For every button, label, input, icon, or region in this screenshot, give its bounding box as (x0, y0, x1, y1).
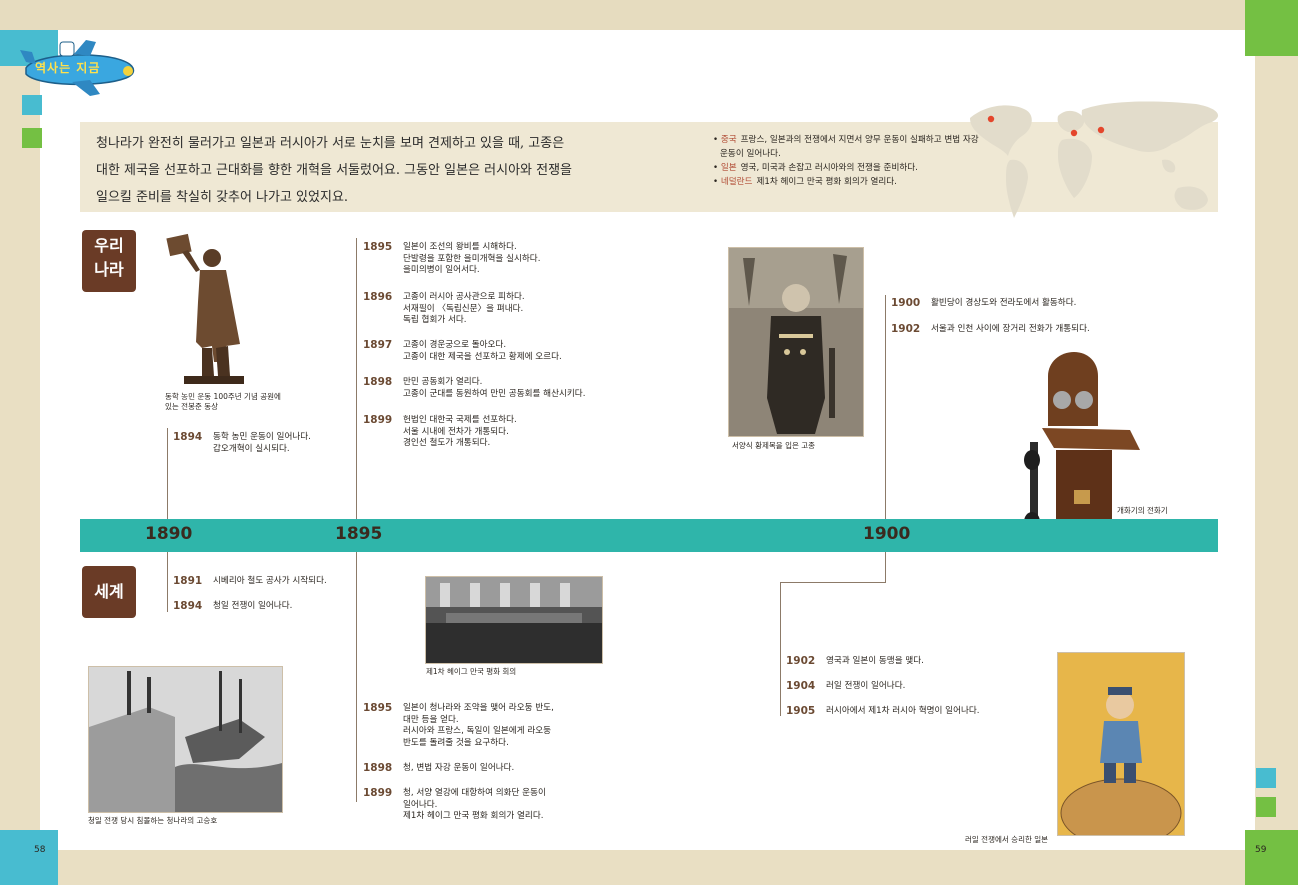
deco-square (1256, 768, 1276, 788)
event-year: 1895 (363, 241, 393, 253)
connector-line (780, 582, 781, 716)
event-text: 헌법인 대한국 국제를 선포하다. 서울 시내에 전차가 개통되다. 경인선 철… (403, 415, 517, 448)
connector-line (356, 552, 357, 802)
connector-line (167, 552, 168, 612)
cartoon-photo (1057, 652, 1185, 836)
event-year: 1894 (173, 600, 203, 612)
event-text: 영국과 일본이 동맹을 맺다. (826, 656, 924, 666)
event-text: 활빈당이 경상도와 전라도에서 활동하다. (931, 298, 1077, 308)
event-year: 1897 (363, 339, 393, 351)
intro-line: 청나라가 완전히 물러가고 일본과 러시아가 서로 눈치를 보며 견제하고 있을… (96, 136, 565, 151)
warship-photo (88, 666, 283, 813)
world-event: 1898 청, 변법 자강 운동이 일어나다. (363, 762, 515, 775)
gojong-photo (728, 247, 864, 437)
gojong-caption: 서양식 황제복을 입은 고종 (732, 441, 816, 450)
connector-line (780, 582, 886, 583)
korea-event: 1897 고종이 경운궁으로 돌아오다. 고종이 대한 제국을 선포하고 황제에… (363, 339, 562, 363)
connector-line (885, 552, 886, 582)
corner-accent-top-right (1245, 0, 1298, 56)
event-text: 만민 공동회가 열리다. 고종이 군대를 동원하여 만민 공동회를 해산시키다. (403, 377, 586, 399)
korea-event: 1898 만민 공동회가 열리다. 고종이 군대를 동원하여 만민 공동회를 해… (363, 376, 586, 400)
world-event: 1891 시베리아 철도 공사가 시작되다. (173, 575, 327, 588)
event-year: 1900 (891, 297, 921, 309)
timeline-year-1890: 1890 (145, 524, 193, 544)
event-text: 동학 농민 운동이 일어나다. 갑오개혁이 실시되다. (213, 432, 311, 454)
statue-caption: 동학 농민 운동 100주년 기념 공원에 있는 전봉준 동상 (165, 392, 281, 411)
event-year: 1899 (363, 414, 393, 426)
event-year: 1891 (173, 575, 203, 587)
corner-accent-bottom-left (0, 830, 58, 885)
connector-line (356, 238, 357, 519)
telephone-caption: 개화기의 전화기 (1117, 506, 1168, 515)
world-notes: • 중국 프랑스, 일본과의 전쟁에서 지면서 양무 운동이 실패하고 변법 자강… (713, 133, 983, 189)
event-year: 1894 (173, 431, 203, 443)
page-number-right: 59 (1255, 845, 1267, 855)
intro-line: 일으킬 준비를 착실히 갖추어 나가고 있었지요. (96, 190, 349, 205)
korea-event: 1894 동학 농민 운동이 일어나다. 갑오개혁이 실시되다. (173, 431, 311, 455)
corner-accent-bottom-right (1245, 830, 1298, 885)
cartoon-caption: 러일 전쟁에서 승리한 일본 (965, 835, 1049, 844)
korea-event: 1900 활빈당이 경상도와 전라도에서 활동하다. (891, 297, 1077, 310)
event-text: 청, 서양 열강에 대항하여 의화단 운동이 일어나다. 제1차 헤이그 만국 … (403, 788, 546, 821)
connector-line (167, 428, 168, 519)
event-year: 1898 (363, 376, 393, 388)
timeline-year-1895: 1895 (335, 524, 383, 544)
korea-event: 1895 일본이 조선의 왕비를 시해하다. 단발령을 포함한 을미개혁을 실시… (363, 241, 541, 277)
event-text: 청, 변법 자강 운동이 일어나다. (403, 763, 515, 773)
event-year: 1899 (363, 787, 393, 799)
world-note: • 네덜란드 제1차 헤이그 만국 평화 회의가 열리다. (713, 177, 897, 187)
intro-line: 대한 제국을 선포하고 근대화를 향한 개혁을 서둘렀어요. 그동안 일본은 러… (96, 163, 573, 178)
page-number-left: 58 (34, 845, 46, 855)
korea-event: 1902 서울과 인천 사이에 장거리 전화가 개통되다. (891, 323, 1090, 336)
event-year: 1904 (786, 680, 816, 692)
connector-line (885, 295, 886, 519)
event-text: 청일 전쟁이 일어나다. (213, 601, 293, 611)
event-year: 1902 (891, 323, 921, 335)
world-event: 1894 청일 전쟁이 일어나다. (173, 600, 293, 613)
event-text: 일본이 조선의 왕비를 시해하다. 단발령을 포함한 을미개혁을 실시하다. 을… (403, 242, 541, 275)
event-year: 1896 (363, 291, 393, 303)
deco-square (1256, 797, 1276, 817)
event-text: 고종이 경운궁으로 돌아오다. 고종이 대한 제국을 선포하고 황제에 오르다. (403, 340, 562, 362)
timeline-bar (80, 519, 1218, 552)
intro-text: 청나라가 완전히 물러가고 일본과 러시아가 서로 눈치를 보며 견제하고 있을… (96, 130, 616, 211)
event-text: 서울과 인천 사이에 장거리 전화가 개통되다. (931, 324, 1090, 334)
event-year: 1905 (786, 705, 816, 717)
event-year: 1898 (363, 762, 393, 774)
world-event: 1904 러일 전쟁이 일어나다. (786, 680, 906, 693)
event-text: 러시아에서 제1차 러시아 혁명이 일어나다. (826, 706, 980, 716)
world-event: 1902 영국과 일본이 동맹을 맺다. (786, 655, 924, 668)
statue-photo (156, 232, 260, 386)
world-note: • 중국 프랑스, 일본과의 전쟁에서 지면서 양무 운동이 실패하고 변법 자강… (713, 135, 979, 159)
event-text: 러일 전쟁이 일어나다. (826, 681, 906, 691)
world-event: 1895 일본이 청나라와 조약을 맺어 라오둥 반도, 대만 등을 얻다. 러… (363, 702, 554, 749)
deco-square (22, 128, 42, 148)
timeline-year-1900: 1900 (863, 524, 911, 544)
world-event: 1905 러시아에서 제1차 러시아 혁명이 일어나다. (786, 705, 980, 718)
hague-conference-photo (425, 576, 603, 664)
event-year: 1902 (786, 655, 816, 667)
warship-caption: 청일 전쟁 당시 침몰하는 청나라의 고승호 (88, 816, 218, 825)
event-text: 시베리아 철도 공사가 시작되다. (213, 576, 327, 586)
deco-square (22, 95, 42, 115)
world-note: • 일본 영국, 미국과 손잡고 러시아와의 전쟁을 준비하다. (713, 163, 918, 173)
korea-event: 1899 헌법인 대한국 국제를 선포하다. 서울 시내에 전차가 개통되다. … (363, 414, 517, 450)
event-text: 고종이 러시아 공사관으로 피하다. 서재필이 〈독립신문〉을 펴내다. 독립 … (403, 292, 525, 325)
world-map (970, 101, 1219, 218)
korea-section-badge: 우리 나라 (82, 230, 136, 292)
world-event: 1899 청, 서양 열강에 대항하여 의화단 운동이 일어나다. 제1차 헤이… (363, 787, 546, 823)
event-text: 일본이 청나라와 조약을 맺어 라오둥 반도, 대만 등을 얻다. 러시아와 프… (403, 703, 554, 748)
page-frame-top (0, 0, 1298, 30)
section-badge-label: 역사는 지금 (35, 61, 101, 75)
event-year: 1895 (363, 702, 393, 714)
korea-event: 1896 고종이 러시아 공사관으로 피하다. 서재필이 〈독립신문〉을 펴내다… (363, 291, 525, 327)
world-section-badge: 세계 (82, 566, 136, 618)
hague-caption: 제1차 헤이그 만국 평화 회의 (426, 667, 517, 676)
